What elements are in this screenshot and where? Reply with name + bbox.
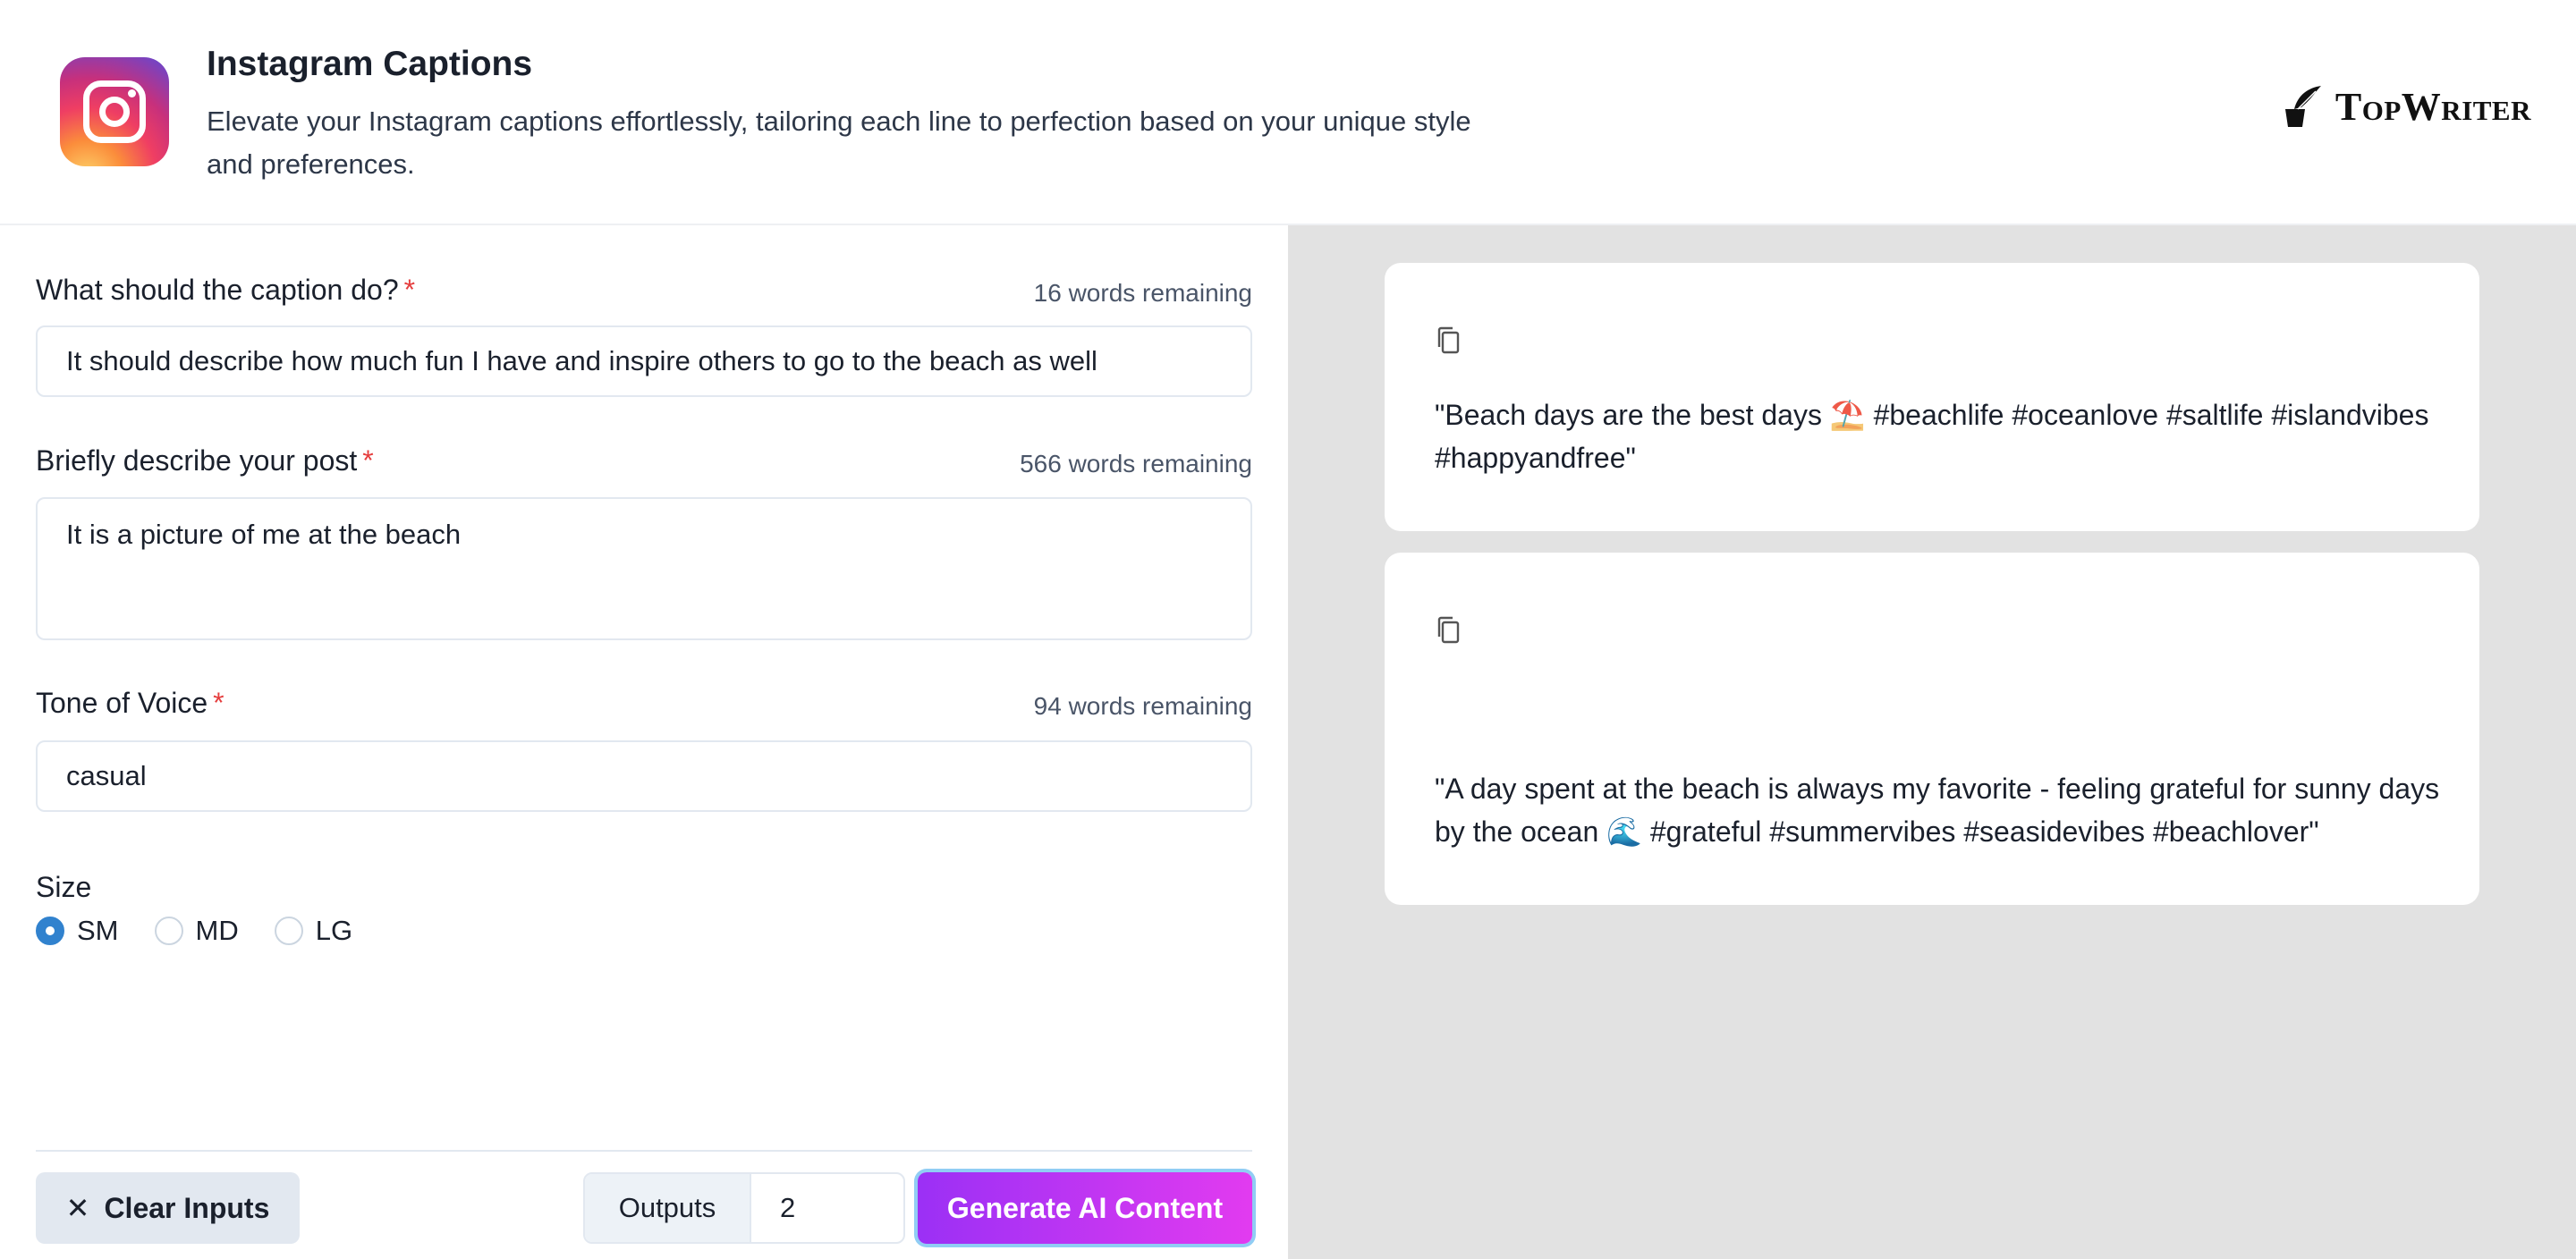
radio-button[interactable] <box>274 917 303 945</box>
radio-button[interactable] <box>36 917 64 945</box>
instagram-icon <box>60 57 169 166</box>
size-option-sm[interactable]: SM <box>36 915 119 947</box>
tone-label: Tone of Voice * <box>36 687 225 719</box>
required-marker: * <box>403 274 416 306</box>
brand-logo[interactable]: TopWriter <box>2276 82 2531 131</box>
post-description-remaining: 566 words remaining <box>1020 450 1252 477</box>
outputs-control: Outputs 2 <box>583 1172 905 1244</box>
caption-goal-input[interactable]: It should describe how much fun I have a… <box>36 325 1252 397</box>
size-option-lg[interactable]: LG <box>274 915 352 947</box>
result-card: "A day spent at the beach is always my f… <box>1385 553 2479 905</box>
copy-icon[interactable] <box>1435 325 1462 356</box>
close-icon: ✕ <box>65 1192 90 1224</box>
required-marker: * <box>213 687 225 719</box>
caption-goal-label: What should the caption do? * <box>36 274 416 306</box>
result-card: "Beach days are the best days ⛱️ #beachl… <box>1385 263 2479 531</box>
page-subtitle: Elevate your Instagram captions effortle… <box>207 106 1471 180</box>
post-description-label: Briefly describe your post * <box>36 444 374 477</box>
input-panel: What should the caption do? * 16 words re… <box>0 225 1288 1259</box>
clear-inputs-button[interactable]: ✕ Clear Inputs <box>36 1172 300 1244</box>
radio-button[interactable] <box>154 917 183 945</box>
caption-goal-remaining: 16 words remaining <box>1033 279 1252 307</box>
size-radio-group: SM MD LG <box>36 915 376 947</box>
size-label: Size <box>36 871 92 903</box>
inkwell-quill-icon <box>2284 86 2321 127</box>
required-marker: * <box>362 444 374 477</box>
footer-divider <box>36 1150 1252 1152</box>
page-header: Instagram Captions Elevate your Instagra… <box>0 0 2576 225</box>
brand-name: TopWriter <box>2334 84 2531 129</box>
generate-button[interactable]: Generate AI Content <box>918 1172 1252 1244</box>
size-option-md[interactable]: MD <box>154 915 239 947</box>
copy-icon[interactable] <box>1435 615 1462 646</box>
page-title: Instagram Captions <box>207 45 533 83</box>
outputs-input[interactable]: 2 <box>751 1174 903 1242</box>
outputs-label: Outputs <box>585 1174 751 1242</box>
result-text: "A day spent at the beach is always my f… <box>1435 773 2440 848</box>
tone-remaining: 94 words remaining <box>1033 692 1252 720</box>
results-panel: "Beach days are the best days ⛱️ #beachl… <box>1288 225 2576 1259</box>
tone-input[interactable]: casual <box>36 740 1252 812</box>
post-description-textarea[interactable]: It is a picture of me at the beach <box>36 497 1252 640</box>
result-text: "Beach days are the best days ⛱️ #beachl… <box>1435 399 2429 474</box>
